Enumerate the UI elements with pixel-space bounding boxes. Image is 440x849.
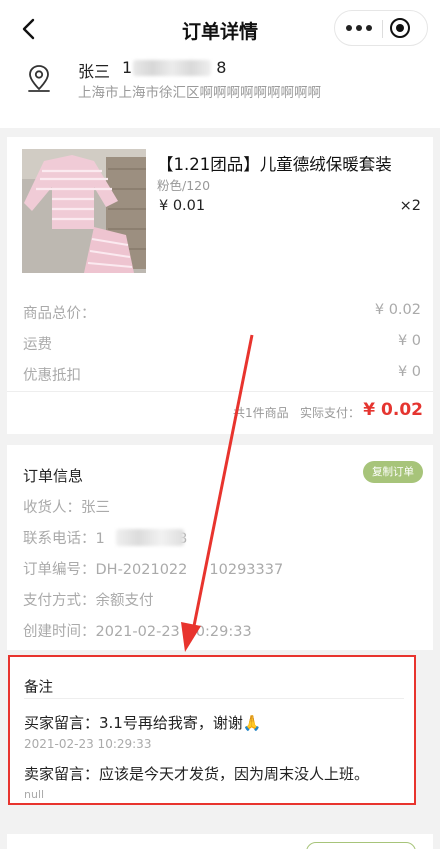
navigation-bar: 订单详情 [0,0,440,58]
remark-title: 备注 [24,680,53,696]
product-image[interactable] [22,149,146,273]
divider [24,698,404,699]
capsule-divider [382,20,383,38]
actual-payment-label: 实际支付： [300,406,361,420]
goods-total-label: 商品总价： [23,306,96,322]
address-card[interactable]: 张三 18 上海市上海市徐汇区啊啊啊啊啊啊啊啊啊 [0,58,440,128]
product-title[interactable]: 【1.21团品】儿童德绒保暖套装 [157,151,392,175]
more-icon[interactable] [335,11,382,45]
goods-card: 【1.21团品】儿童德绒保暖套装 粉色/120 ¥ 0.01 ×2 商品总价： … [7,137,433,434]
discount-value: ¥ 0 [397,364,421,380]
order-info-card: 订单信息 复制订单 收货人：张三 联系电话：178 订单编号：DH-202102… [7,445,433,650]
receiver-row: 收货人：张三 [23,500,110,516]
goods-total-row: 商品总价： ¥ 0.02 [23,302,421,322]
phone-redaction-blur [116,529,184,546]
item-count: 共1件商品 [233,406,289,420]
order-info-title: 订单信息 [23,467,84,485]
payment-method-row: 支付方式：余额支付 [23,593,154,609]
location-pin-icon [28,65,50,92]
copy-order-button[interactable]: 复制订单 [363,461,423,483]
receiver-name: 张三 [78,62,111,81]
shipping-label: 运费 [23,337,52,353]
product-quantity: ×2 [399,198,421,214]
divider [7,391,433,392]
discount-row: 优惠抵扣 ¥ 0 [23,364,421,384]
shipping-row: 运费 ¥ 0 [23,333,421,353]
receiver-address: 上海市上海市徐汇区啊啊啊啊啊啊啊啊啊 [78,85,321,101]
null-text: null [24,788,45,801]
remark-card: 备注 买家留言：3.1号再给我寄，谢谢🙏 2021-02-23 10:29:33… [8,655,416,805]
goods-total-value: ¥ 0.02 [374,302,421,318]
discount-label: 优惠抵扣 [23,368,81,384]
phone-redaction-blur [133,60,211,76]
buyer-message-time: 2021-02-23 10:29:33 [24,737,152,751]
product-spec: 粉色/120 [157,178,211,193]
product-price: ¥ 0.01 [159,198,206,214]
order-number-row: 订单编号：DH-2021022 10293337 [23,562,284,578]
bottom-action-button[interactable] [306,842,416,849]
actual-payment-value: ¥ 0.02 [363,400,423,420]
created-time-row: 创建时间：2021-02-23 0:29:33 [23,624,252,640]
shipping-value: ¥ 0 [397,333,421,349]
miniprogram-capsule [334,10,428,46]
buyer-message: 买家留言：3.1号再给我寄，谢谢🙏 [24,714,262,732]
close-miniprogram-icon[interactable] [390,18,410,38]
seller-message: 卖家留言：应该是今天才发货，因为周末没人上班。 [24,765,370,783]
